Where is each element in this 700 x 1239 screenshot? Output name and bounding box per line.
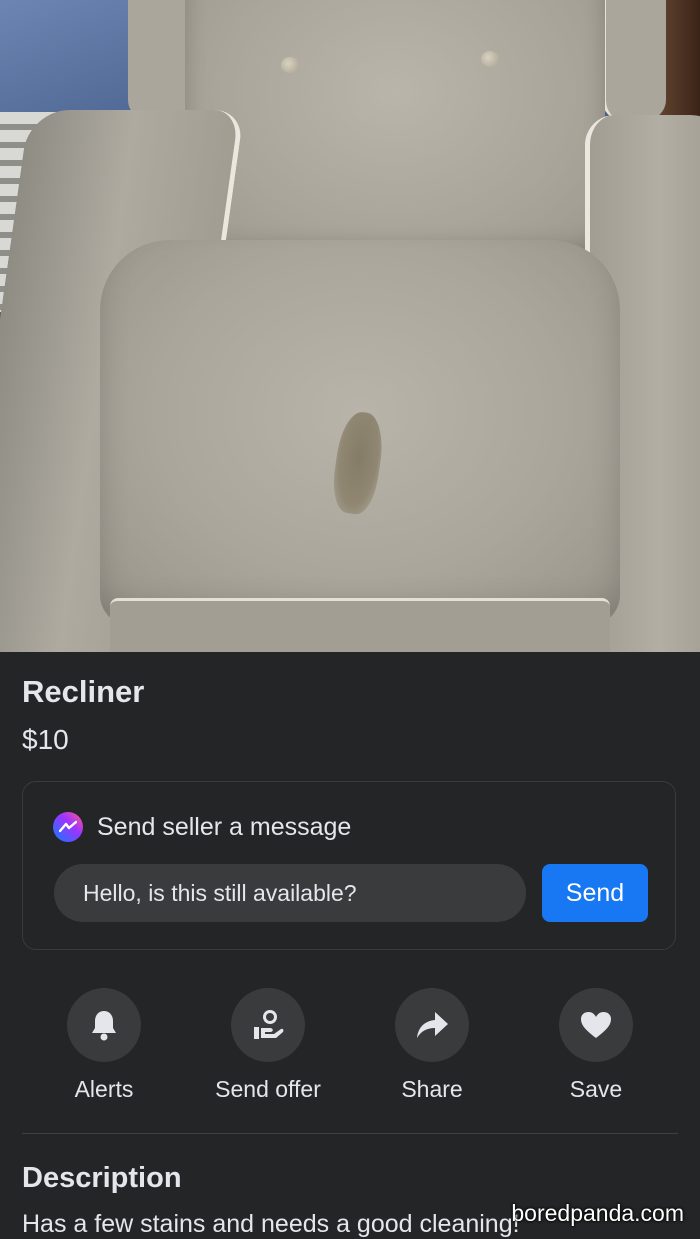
section-divider xyxy=(22,1133,678,1134)
send-message-card: Send seller a message Hello, is this sti… xyxy=(22,781,676,950)
heart-icon xyxy=(581,1012,611,1038)
send-offer-button[interactable]: Send offer xyxy=(186,988,350,1103)
alerts-circle[interactable] xyxy=(67,988,141,1062)
message-input[interactable]: Hello, is this still available? xyxy=(54,864,526,922)
send-offer-circle[interactable] xyxy=(231,988,305,1062)
action-bar: Alerts Send offer Share Save xyxy=(22,988,678,1108)
message-card-header: Send seller a message xyxy=(53,812,351,842)
alerts-label: Alerts xyxy=(74,1076,134,1102)
save-circle[interactable] xyxy=(559,988,633,1062)
backrest-button xyxy=(481,51,499,67)
chair-footrest xyxy=(110,598,610,652)
watermark: boredpanda.com xyxy=(511,1200,684,1226)
save-button[interactable]: Save xyxy=(514,988,678,1103)
send-button[interactable]: Send xyxy=(542,864,648,922)
save-label: Save xyxy=(569,1076,623,1102)
backrest-button xyxy=(281,57,299,73)
share-label: Share xyxy=(401,1076,463,1102)
bell-icon xyxy=(92,1011,116,1041)
listing-photo[interactable] xyxy=(0,0,700,652)
description-heading: Description xyxy=(22,1162,182,1194)
messenger-icon xyxy=(53,812,83,842)
description-text: Has a few stains and needs a good cleani… xyxy=(22,1210,520,1238)
alerts-button[interactable]: Alerts xyxy=(22,988,186,1103)
chair-backrest xyxy=(185,0,605,260)
message-card-title: Send seller a message xyxy=(97,812,352,841)
share-circle[interactable] xyxy=(395,988,469,1062)
listing-title: Recliner xyxy=(22,674,145,709)
chair-wing-right xyxy=(602,0,666,120)
offer-icon xyxy=(254,1010,284,1039)
share-icon xyxy=(417,1012,448,1038)
share-button[interactable]: Share xyxy=(350,988,514,1103)
send-offer-label: Send offer xyxy=(215,1076,321,1102)
listing-price: $10 xyxy=(22,724,69,755)
